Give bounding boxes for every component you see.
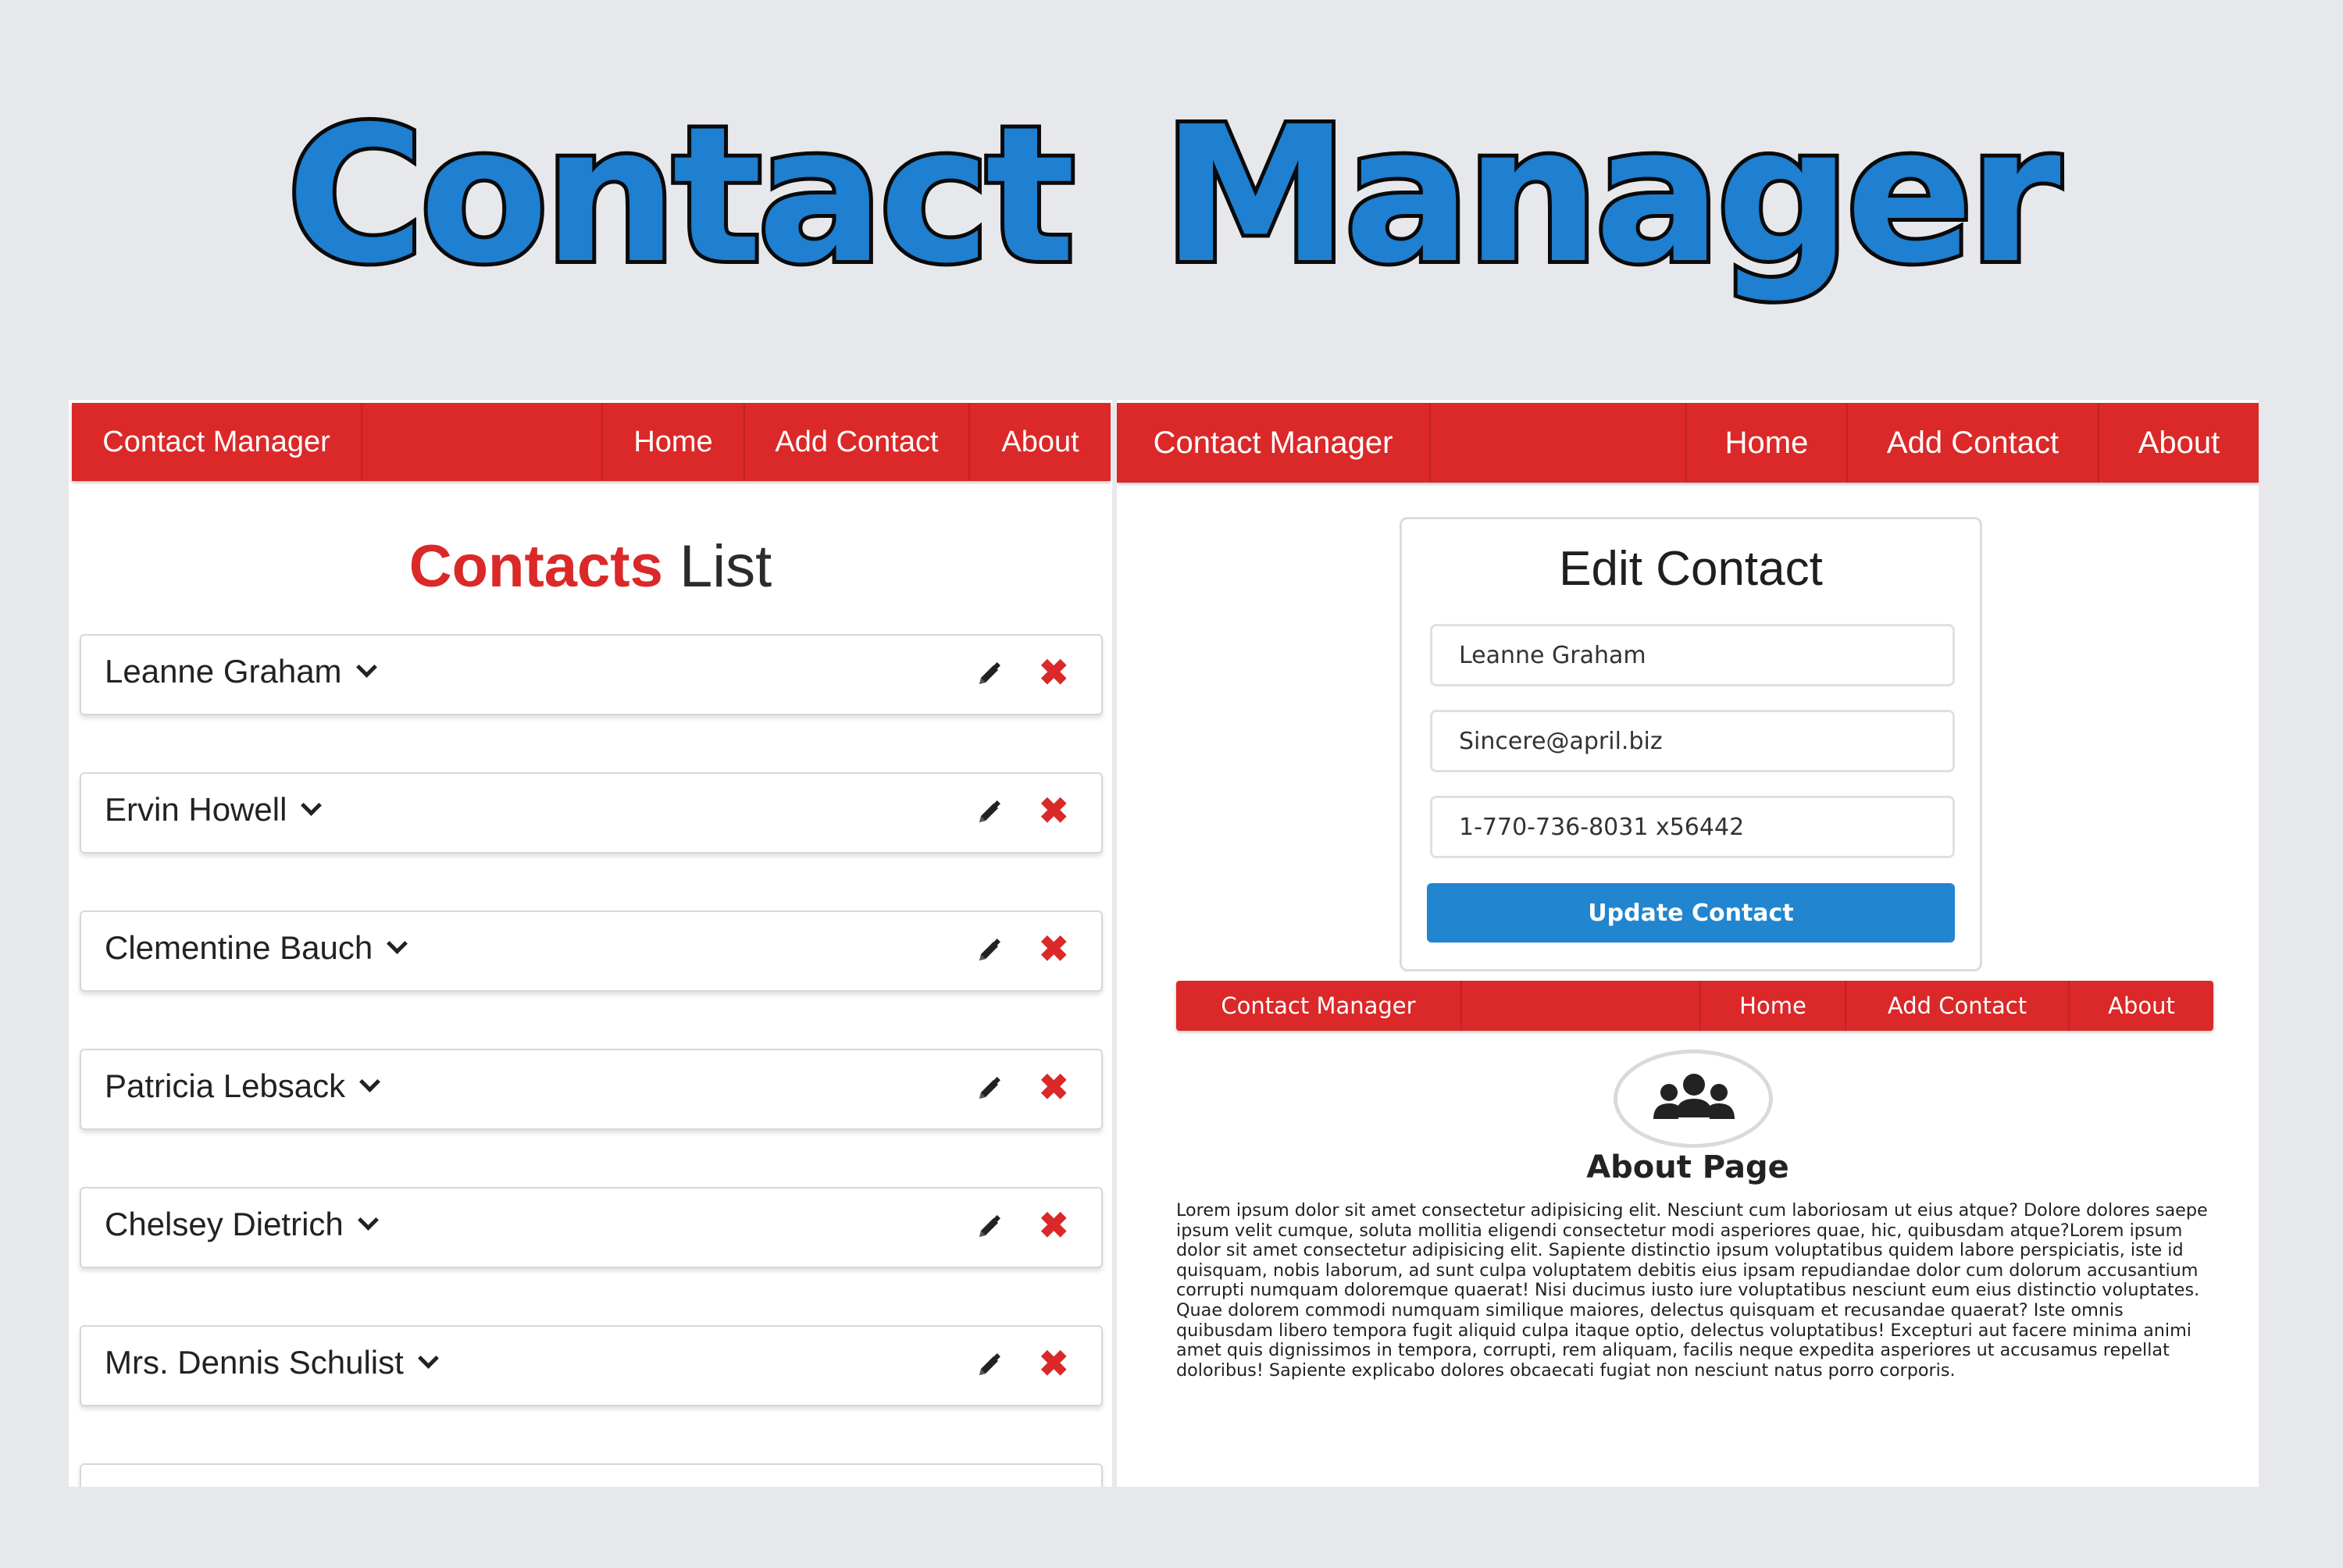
chevron-down-icon[interactable] (346, 1486, 367, 1487)
contact-name[interactable]: Clementine Bauch (105, 929, 408, 967)
nav-add-contact-link[interactable]: Add Contact (1846, 403, 2098, 483)
page-title-accent: Contacts (408, 533, 663, 600)
edit-contact-title: Edit Contact (1559, 542, 1823, 596)
about-body-text: Lorem ipsum dolor sit amet consectetur a… (1176, 1200, 2208, 1381)
navbar-brand[interactable]: Contact Manager (72, 403, 362, 481)
pencil-icon[interactable] (973, 1212, 1004, 1243)
pencil-icon[interactable] (973, 1074, 1004, 1105)
navbar: Contact Manager Home Add Contact About (72, 403, 1111, 481)
contact-name-text: Ervin Howell (105, 791, 287, 828)
users-icon (1653, 1074, 1735, 1119)
contact-name[interactable]: Kurtis Weissnat (105, 1482, 367, 1487)
contact-name[interactable]: Patricia Lebsack (105, 1067, 381, 1105)
contact-card[interactable]: Mrs. Dennis Schulist ✖ (80, 1325, 1103, 1406)
about-navbar: Contact Manager Home Add Contact About (1176, 981, 2213, 1031)
edit-contact-card: Edit Contact Update Contact (1400, 517, 1982, 971)
chevron-down-icon[interactable] (387, 933, 408, 954)
contact-name-text: Kurtis Weissnat (105, 1482, 332, 1487)
contact-name-text: Clementine Bauch (105, 929, 373, 966)
contact-card[interactable]: Patricia Lebsack ✖ (80, 1049, 1103, 1130)
delete-icon[interactable]: ✖ (1039, 931, 1069, 967)
contact-name-text: Patricia Lebsack (105, 1067, 346, 1104)
delete-icon[interactable]: ✖ (1039, 654, 1069, 690)
nav-about-link[interactable]: About (968, 403, 1111, 481)
contact-card[interactable]: Ervin Howell ✖ (80, 772, 1103, 853)
contact-card[interactable]: Kurtis Weissnat ✖ (80, 1463, 1103, 1487)
delete-icon[interactable]: ✖ (1039, 1069, 1069, 1105)
pencil-icon[interactable] (973, 659, 1004, 690)
navbar-spacer (1431, 403, 1685, 483)
hero-title: Contact Manager (283, 86, 2065, 305)
contact-name-text: Mrs. Dennis Schulist (105, 1344, 404, 1381)
about-title: About Page (1586, 1149, 1789, 1185)
contact-name[interactable]: Leanne Graham (105, 653, 377, 690)
contact-name[interactable]: Mrs. Dennis Schulist (105, 1344, 439, 1381)
name-input[interactable] (1430, 624, 1955, 686)
chevron-down-icon[interactable] (357, 1210, 379, 1231)
chevron-down-icon[interactable] (355, 657, 377, 678)
nav-home-link[interactable]: Home (1699, 981, 1845, 1031)
phone-input[interactable] (1430, 796, 1955, 858)
page-title: Contacts List (69, 533, 1112, 600)
navbar-brand[interactable]: Contact Manager (1176, 981, 1462, 1031)
about-avatar (1614, 1049, 1773, 1148)
chevron-down-icon[interactable] (417, 1348, 439, 1369)
nav-about-link[interactable]: About (2098, 403, 2259, 483)
contact-name[interactable]: Ervin Howell (105, 791, 323, 829)
nav-about-link[interactable]: About (2068, 981, 2213, 1031)
nav-add-contact-link[interactable]: Add Contact (1845, 981, 2068, 1031)
navbar: Contact Manager Home Add Contact About (1117, 403, 2259, 483)
nav-home-link[interactable]: Home (601, 403, 744, 481)
contact-name-text: Chelsey Dietrich (105, 1206, 344, 1242)
pencil-icon[interactable] (973, 935, 1004, 967)
contact-card[interactable]: Chelsey Dietrich ✖ (80, 1187, 1103, 1268)
navbar-spacer (362, 403, 601, 481)
contact-card[interactable]: Clementine Bauch ✖ (80, 911, 1103, 992)
delete-icon[interactable]: ✖ (1039, 1345, 1069, 1381)
contact-name[interactable]: Chelsey Dietrich (105, 1206, 379, 1243)
pencil-icon[interactable] (973, 1350, 1004, 1381)
page-title-rest: List (679, 533, 772, 600)
delete-icon[interactable]: ✖ (1039, 793, 1069, 829)
pencil-icon[interactable] (973, 797, 1004, 829)
chevron-down-icon[interactable] (359, 1071, 381, 1092)
email-input[interactable] (1430, 710, 1955, 772)
nav-add-contact-link[interactable]: Add Contact (744, 403, 968, 481)
contact-card[interactable]: Leanne Graham ✖ (80, 634, 1103, 715)
delete-icon[interactable]: ✖ (1039, 1484, 1069, 1487)
contacts-list-screen: Contact Manager Home Add Contact About C… (69, 400, 1112, 1487)
navbar-spacer (1462, 981, 1699, 1031)
navbar-brand[interactable]: Contact Manager (1117, 403, 1431, 483)
delete-icon[interactable]: ✖ (1039, 1207, 1069, 1243)
contact-name-text: Leanne Graham (105, 653, 342, 690)
update-contact-button[interactable]: Update Contact (1427, 883, 1955, 943)
nav-home-link[interactable]: Home (1685, 403, 1846, 483)
chevron-down-icon[interactable] (301, 795, 323, 816)
edit-and-about-screen: Contact Manager Home Add Contact About E… (1117, 400, 2259, 1487)
